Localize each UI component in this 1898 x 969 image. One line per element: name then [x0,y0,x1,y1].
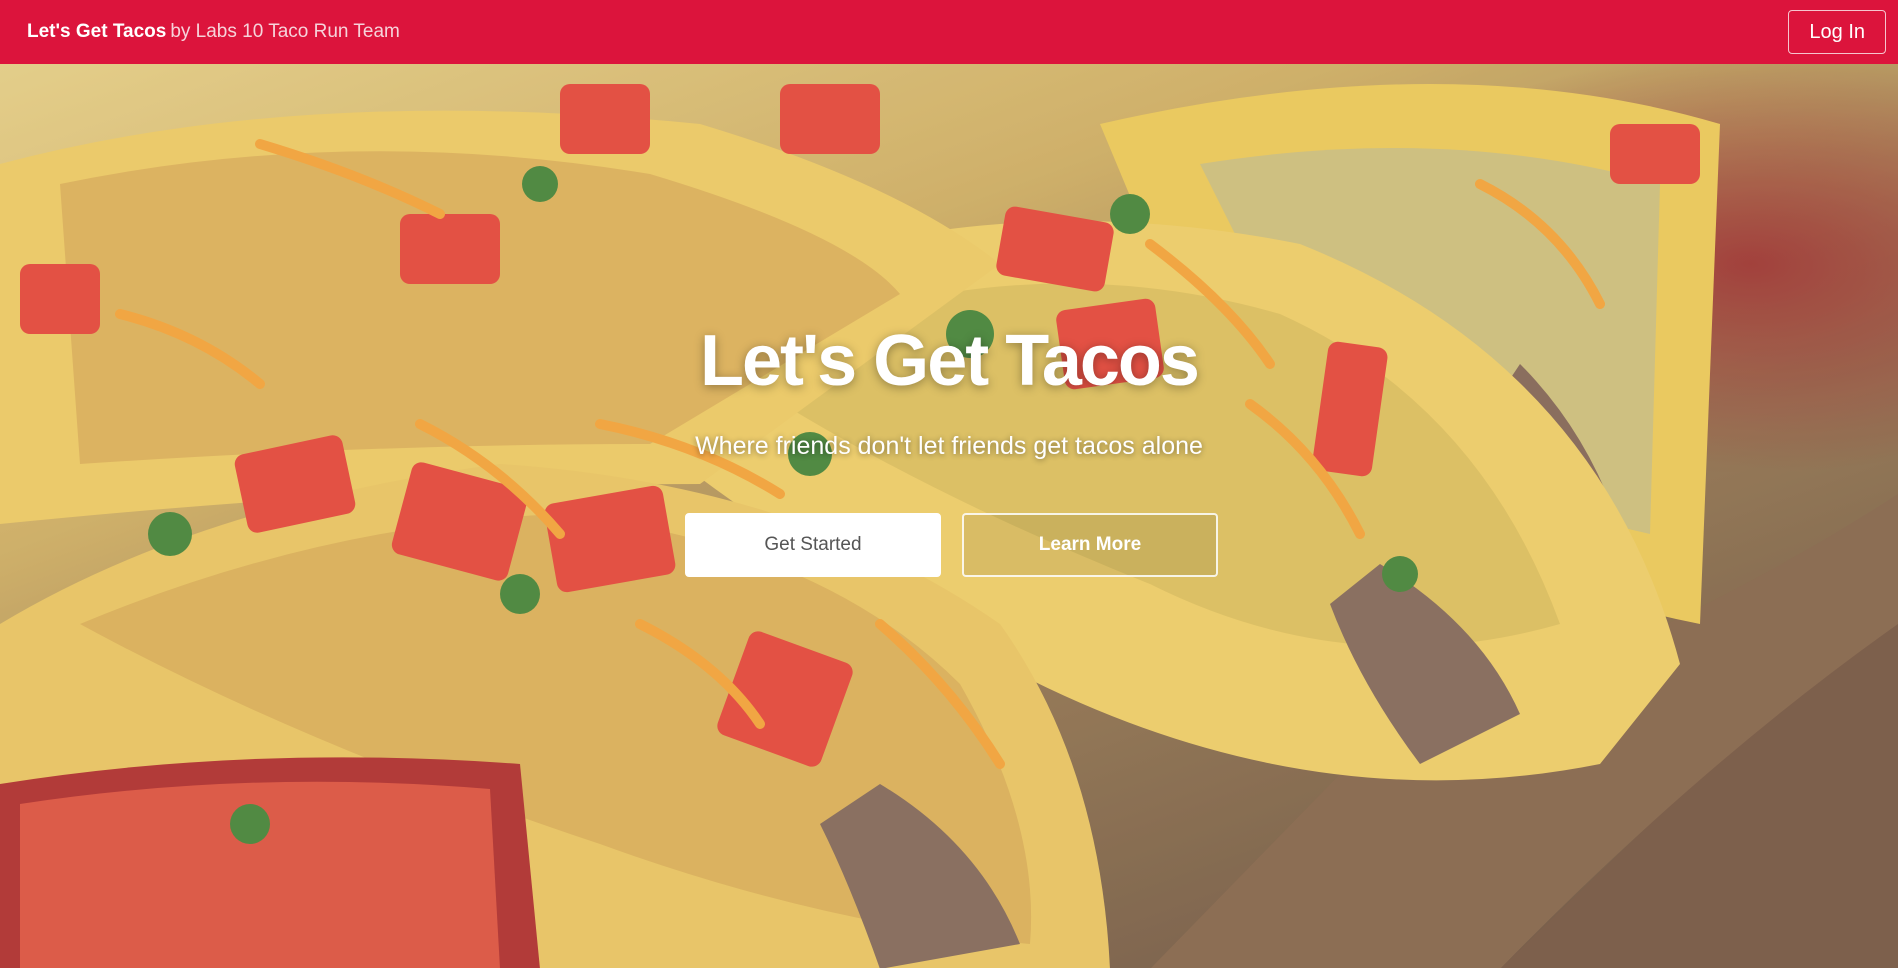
hero-content: Let's Get Tacos Where friends don't let … [0,64,1898,969]
get-started-button[interactable]: Get Started [685,513,941,577]
brand-name[interactable]: Let's Get Tacos [27,21,166,42]
learn-more-button[interactable]: Learn More [962,513,1218,577]
login-button[interactable]: Log In [1788,10,1886,54]
hero-subtitle: Where friends don't let friends get taco… [695,432,1203,460]
hero-section: Let's Get Tacos Where friends don't let … [0,64,1898,969]
top-navbar: Let's Get Tacos by Labs 10 Taco Run Team … [0,0,1898,64]
brand[interactable]: Let's Get Tacos by Labs 10 Taco Run Team [27,21,400,43]
hero-title: Let's Get Tacos [700,321,1200,401]
brand-team: by Labs 10 Taco Run Team [170,21,400,42]
